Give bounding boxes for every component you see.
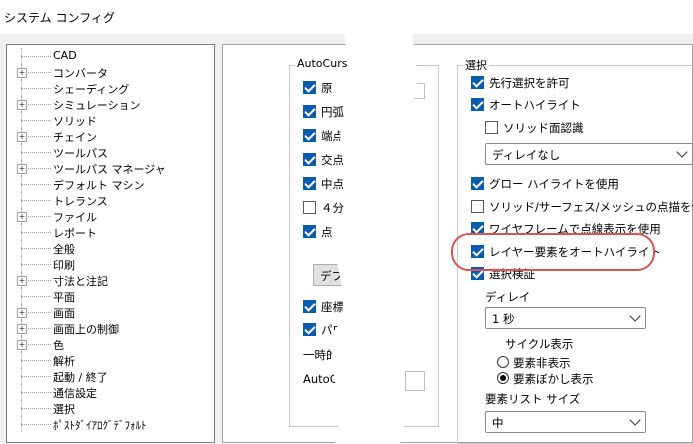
highlight-annotation: [451, 233, 655, 271]
torn-edge-overlay: [332, 0, 420, 443]
